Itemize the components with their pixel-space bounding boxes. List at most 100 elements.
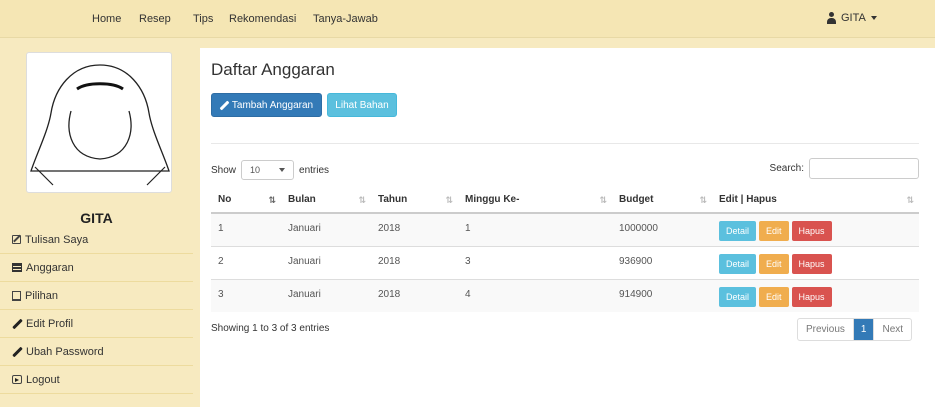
pagination: Previous 1 Next	[797, 318, 913, 341]
cell-actions: Detail Edit Hapus	[712, 278, 919, 312]
sidebar-item-label: Edit Profil	[26, 317, 74, 330]
sidebar-item-ubah-password[interactable]: Ubah Password	[0, 338, 193, 366]
show-label: Show	[211, 164, 237, 176]
cell-budget: 914900	[612, 278, 712, 312]
length-value: 10	[250, 165, 261, 175]
cell-minggu: 4	[458, 278, 612, 312]
col-budget[interactable]: Budget ⇅	[612, 187, 712, 214]
col-budget-label: Budget	[619, 194, 654, 205]
list-icon	[12, 263, 22, 272]
cell-no: 1	[211, 212, 281, 246]
add-anggaran-button[interactable]: Tambah Anggaran	[211, 93, 322, 117]
sidebar-item-label: Logout	[26, 373, 60, 386]
sort-icon: ⇅	[358, 195, 365, 205]
cell-no: 3	[211, 278, 281, 312]
lihat-bahan-button[interactable]: Lihat Bahan	[327, 93, 397, 117]
lihat-bahan-label: Lihat Bahan	[335, 99, 389, 111]
col-minggu[interactable]: Minggu Ke- ⇅	[458, 187, 612, 214]
cell-budget: 1000000	[612, 212, 712, 246]
hapus-button[interactable]: Hapus	[791, 253, 832, 274]
cell-bulan: Januari	[281, 212, 371, 246]
user-name: GITA	[841, 12, 866, 24]
edit-button[interactable]: Edit	[759, 286, 789, 307]
cell-bulan: Januari	[281, 245, 371, 279]
cell-no: 2	[211, 245, 281, 279]
hapus-button[interactable]: Hapus	[791, 221, 832, 241]
cell-tahun: 2018	[371, 212, 458, 246]
next-page-button[interactable]: Next	[874, 319, 911, 340]
sidebar-item-edit-profil[interactable]: Edit Profil	[0, 310, 193, 338]
col-no-label: No	[218, 194, 232, 205]
sort-icon: ⇅	[906, 195, 913, 205]
nav-tips[interactable]: Tips	[193, 13, 213, 25]
col-minggu-label: Minggu Ke-	[465, 194, 520, 205]
sidebar-item-logout[interactable]: Logout	[0, 366, 193, 394]
col-edit-hapus[interactable]: Edit | Hapus ⇅	[712, 187, 919, 214]
edit-icon	[12, 235, 21, 244]
col-bulan-label: Bulan	[288, 194, 316, 205]
search-control: Search:	[770, 158, 919, 179]
avatar-illustration	[30, 64, 170, 186]
cell-tahun: 2018	[371, 278, 458, 312]
nav-home[interactable]: Home	[92, 13, 121, 25]
col-bulan[interactable]: Bulan ⇅	[281, 187, 371, 214]
sort-icon: ⇅	[699, 195, 706, 205]
profile-name: GITA	[80, 210, 113, 226]
cell-minggu: 1	[458, 212, 612, 246]
cell-actions: Detail Edit Hapus	[712, 212, 919, 246]
page-title: Daftar Anggaran	[211, 60, 335, 79]
edit-button[interactable]: Edit	[759, 221, 789, 241]
length-select[interactable]: 10	[241, 160, 295, 180]
col-no[interactable]: No ⇅	[211, 187, 281, 214]
detail-button[interactable]: Detail	[719, 221, 757, 241]
main-panel: Daftar Anggaran Tambah Anggaran Lihat Ba…	[200, 48, 935, 407]
sidebar-item-tulisan-saya[interactable]: Tulisan Saya	[0, 226, 193, 254]
sidebar: GITA Tulisan Saya Anggaran Pilihan Edit …	[0, 38, 193, 407]
sidebar-item-label: Pilihan	[25, 289, 59, 302]
pencil-icon	[220, 101, 229, 110]
previous-page-button[interactable]: Previous	[798, 319, 854, 340]
table-row: 3 Januari 2018 4 914900 Detail Edit Hapu…	[211, 278, 919, 312]
sort-asc-icon: ⇅	[268, 195, 275, 205]
add-anggaran-label: Tambah Anggaran	[231, 99, 314, 111]
pencil-icon	[12, 347, 22, 357]
table-row: 2 Januari 2018 3 936900 Detail Edit Hapu…	[211, 245, 919, 279]
search-label: Search:	[769, 163, 804, 174]
anggaran-table: No ⇅ Bulan ⇅ Tahun ⇅ Minggu Ke- ⇅ Budget ⇅ Ed…	[211, 187, 919, 312]
bookmark-icon	[12, 290, 21, 301]
sidebar-item-anggaran[interactable]: Anggaran	[0, 254, 193, 282]
user-icon	[826, 12, 837, 24]
caret-down-icon	[870, 16, 877, 20]
length-control: Show 10 entries	[211, 160, 329, 180]
hapus-button[interactable]: Hapus	[791, 286, 832, 307]
cell-budget: 936900	[612, 245, 712, 279]
table-row: 1 Januari 2018 1 1000000 Detail Edit Hap…	[211, 212, 919, 246]
nav-rekomendasi[interactable]: Rekomendasi	[229, 13, 296, 25]
sidebar-item-pilihan[interactable]: Pilihan	[0, 282, 193, 310]
sidebar-item-label: Ubah Password	[26, 345, 104, 358]
sort-icon: ⇅	[599, 195, 606, 205]
detail-button[interactable]: Detail	[719, 286, 757, 307]
sidebar-item-label: Tulisan Saya	[25, 233, 89, 246]
cell-actions: Detail Edit Hapus	[712, 245, 919, 279]
nav-tanya-jawab[interactable]: Tanya-Jawab	[313, 13, 378, 25]
cell-bulan: Januari	[281, 278, 371, 312]
table-info: Showing 1 to 3 of 3 entries	[211, 323, 330, 334]
detail-button[interactable]: Detail	[719, 253, 757, 274]
cell-minggu: 3	[458, 245, 612, 279]
user-menu[interactable]: GITA	[826, 12, 877, 24]
divider	[211, 143, 919, 144]
logout-icon	[12, 375, 22, 384]
top-navbar: Home Resep Tips Rekomendasi Tanya-Jawab …	[0, 0, 935, 38]
edit-button[interactable]: Edit	[759, 253, 789, 274]
page-1-button[interactable]: 1	[853, 319, 875, 340]
col-tahun-label: Tahun	[378, 194, 408, 205]
avatar	[26, 52, 172, 193]
col-tahun[interactable]: Tahun ⇅	[371, 187, 458, 214]
cell-tahun: 2018	[371, 245, 458, 279]
chevron-down-icon	[279, 168, 286, 172]
nav-resep[interactable]: Resep	[139, 13, 171, 25]
col-edit-hapus-label: Edit | Hapus	[719, 194, 777, 205]
table-header-row: No ⇅ Bulan ⇅ Tahun ⇅ Minggu Ke- ⇅ Budget ⇅ Ed…	[211, 187, 919, 214]
search-input[interactable]	[809, 158, 919, 179]
